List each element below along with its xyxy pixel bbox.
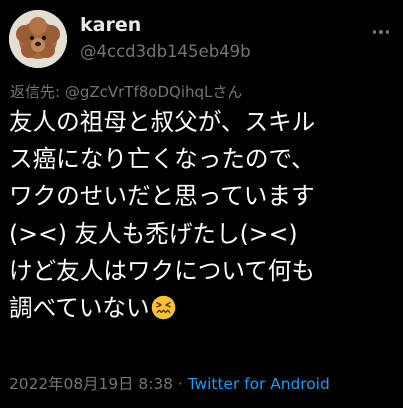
dog-avatar-icon (9, 10, 67, 68)
meta-separator: · (177, 375, 183, 393)
reply-to-line[interactable]: 返信先: @gZcVrTf8oDQihqLさん (10, 82, 242, 102)
author-handle[interactable]: @4ccd3db145eb49b (80, 42, 251, 62)
more-dot-icon (379, 30, 383, 34)
tweet-last-line: 調べていない (9, 290, 403, 327)
author-display-name[interactable]: karen (80, 14, 141, 36)
avatar[interactable] (9, 10, 67, 68)
more-dot-icon (372, 30, 377, 34)
more-options-button[interactable] (369, 20, 393, 44)
tweet-meta: 2022年08月19日 8:38 · Twitter for Android (9, 374, 330, 394)
tweet-timestamp[interactable]: 2022年08月19日 8:38 (9, 375, 173, 393)
more-dot-icon (385, 30, 390, 34)
tweet-text: 友人の祖母と叔父が、スキル ス癌になり亡くなったので、 ワクのせいだと思っていま… (9, 104, 403, 327)
tweet-line: 友人の祖母と叔父が、スキル (9, 108, 316, 136)
tweet-line: (><) 友人も禿げたし(><) (9, 219, 298, 248)
confounded-face-icon (151, 295, 175, 320)
tweet-line: ス癌になり亡くなったので、 (9, 145, 315, 174)
tweet-line: けど友人はワクについて何も (9, 256, 316, 285)
tweet-line: ワクのせいだと思っています (9, 182, 315, 211)
tweet-source-link[interactable]: Twitter for Android (188, 375, 330, 393)
tweet-line: 調べていない (9, 293, 150, 322)
